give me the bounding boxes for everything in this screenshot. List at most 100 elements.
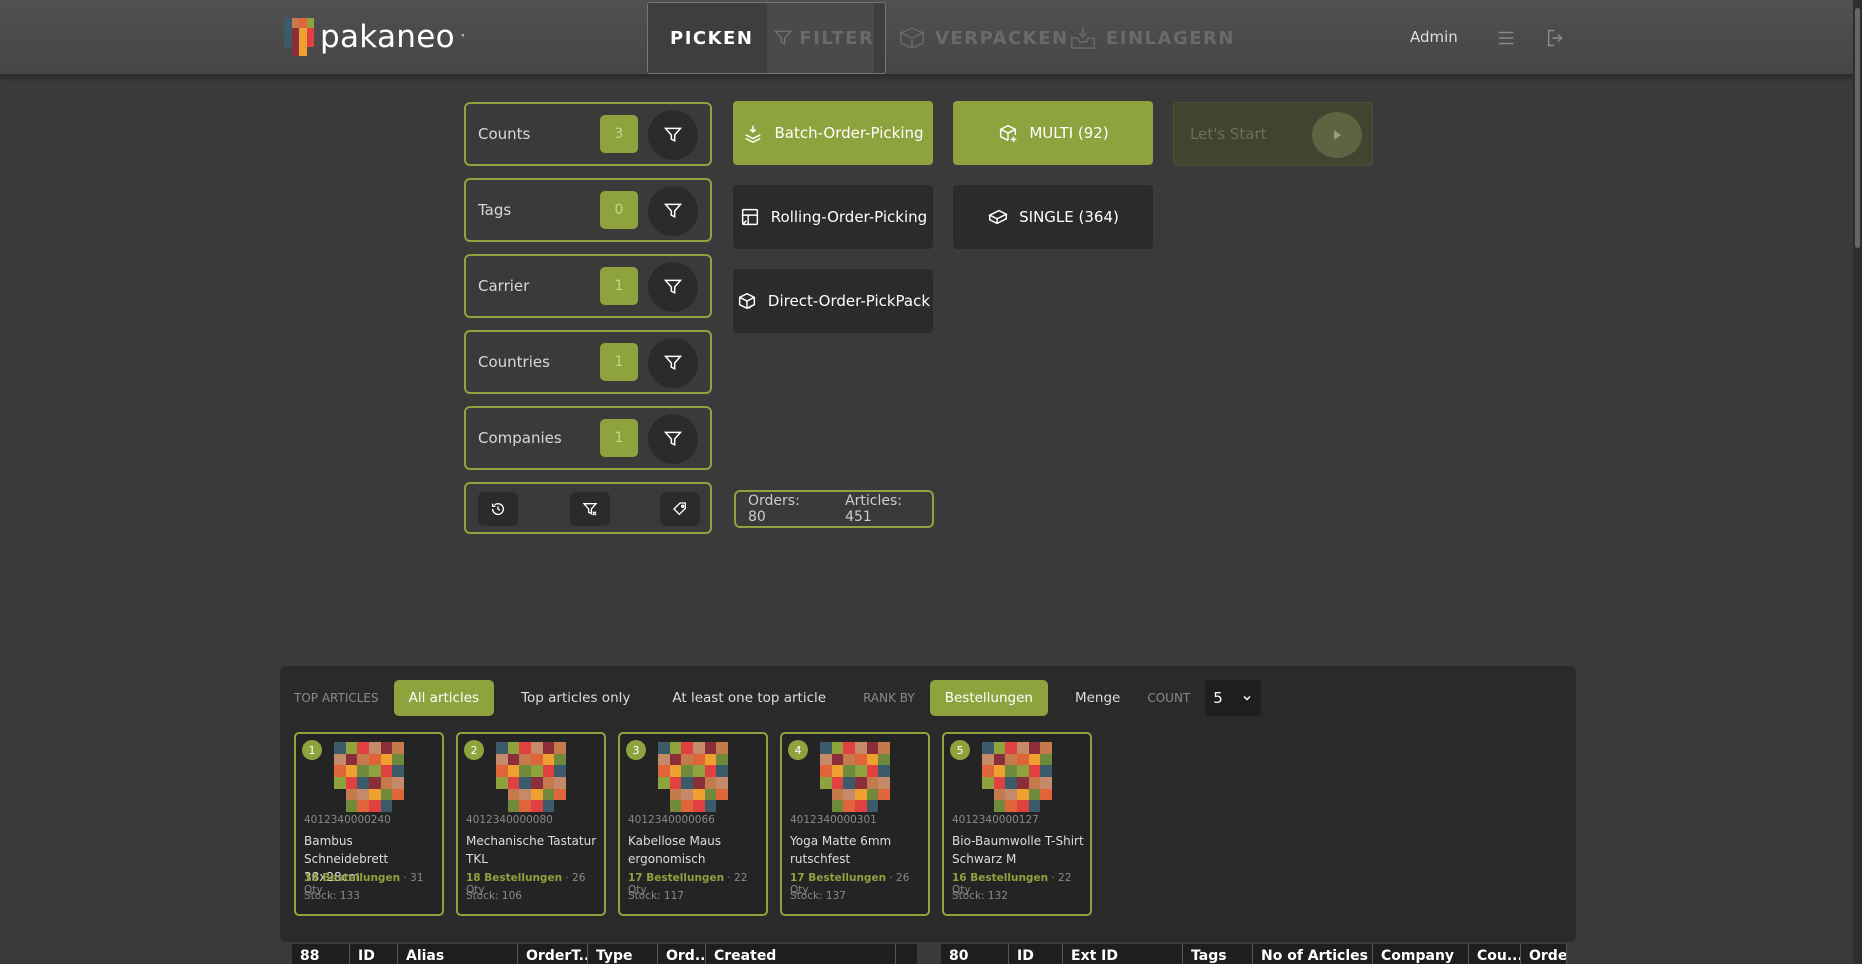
batch-order-picking-button[interactable]: Batch-Order-Picking <box>733 101 933 165</box>
count-select[interactable]: 5 <box>1205 680 1262 716</box>
scrollbar-thumb[interactable] <box>1855 8 1860 248</box>
direct-order-pickpack-button[interactable]: Direct-Order-PickPack <box>733 269 933 333</box>
filter-tools <box>464 482 712 534</box>
nav-picken-label: PICKEN <box>670 27 754 49</box>
nav-picken[interactable]: PICKEN FILTER <box>647 2 886 74</box>
orders-count: Orders: 80 <box>748 493 800 525</box>
column-header[interactable]: Tags <box>1183 944 1253 964</box>
column-header[interactable]: ID <box>1009 944 1063 964</box>
filter-button[interactable] <box>648 262 698 312</box>
start-label: Let's Start <box>1190 125 1267 143</box>
top-bar: pakaneo ° PICKEN FILTER VERPACKEN EINLAGE… <box>0 0 1862 75</box>
nav-verpacken[interactable]: VERPACKEN <box>897 2 1069 74</box>
article-ean: 4012340000301 <box>790 814 877 826</box>
rolling-order-picking-label: Rolling-Order-Picking <box>770 208 928 226</box>
box-plus-icon <box>1000 124 1017 143</box>
filter-button[interactable] <box>648 186 698 236</box>
menu-icon[interactable] <box>1495 27 1517 49</box>
multi-button[interactable]: MULTI (92) <box>953 101 1153 165</box>
column-header[interactable]: Created <box>706 944 896 964</box>
article-name: Bio-Baumwolle T-Shirt Schwarz M <box>952 834 1084 866</box>
nav-einlagern-label: EINLAGERN <box>1106 27 1235 49</box>
filter-label: Countries <box>478 353 550 371</box>
start-button[interactable]: Let's Start <box>1173 102 1373 166</box>
single-button[interactable]: SINGLE (364) <box>953 185 1153 249</box>
filter-count-badge: 1 <box>600 267 638 305</box>
clear-filter-button[interactable] <box>570 492 610 526</box>
article-orders: 16 Bestellungen <box>952 872 1049 884</box>
rank-bestellungen[interactable]: Bestellungen <box>929 680 1048 716</box>
column-header[interactable]: Ord... <box>658 944 706 964</box>
option-all-articles[interactable]: All articles <box>393 680 495 716</box>
option-top-articles-only[interactable]: Top articles only <box>506 680 645 716</box>
filter-button[interactable] <box>648 414 698 464</box>
column-header[interactable]: No of Articles <box>1253 944 1373 964</box>
pakaneo-logo[interactable]: pakaneo ° <box>284 18 465 56</box>
article-ean: 4012340000240 <box>304 814 391 826</box>
nav-einlagern[interactable]: EINLAGERN <box>1068 2 1235 74</box>
inbox-icon <box>1070 26 1096 49</box>
article-orders: 18 Bestellungen <box>466 872 563 884</box>
product-image <box>982 742 1052 812</box>
column-header[interactable]: Cou... <box>1469 944 1521 964</box>
column-header[interactable]: 80 <box>941 944 1009 964</box>
column-header[interactable]: OrderT... <box>518 944 588 964</box>
column-header[interactable]: 88 <box>292 944 350 964</box>
rank-menge[interactable]: Menge <box>1060 680 1135 716</box>
filter-button[interactable] <box>648 110 698 160</box>
article-ean: 4012340000127 <box>952 814 1039 826</box>
filter-tags: Tags 0 <box>464 178 712 242</box>
layers-icon <box>745 125 762 143</box>
rolling-order-picking-button[interactable]: Rolling-Order-Picking <box>733 185 933 249</box>
column-header[interactable]: Alias <box>398 944 518 964</box>
reset-button[interactable] <box>478 492 518 526</box>
filter-button[interactable] <box>648 338 698 388</box>
filter-counts: Counts 3 <box>464 102 712 166</box>
top-article-card[interactable]: 5 4012340000127 Bio-Baumwolle T-Shirt Schw… <box>942 732 1092 916</box>
product-image <box>334 742 404 812</box>
filter-count-badge: 0 <box>600 191 638 229</box>
top-articles-panel: TOP ARTICLES All articles Top articles o… <box>280 666 1576 942</box>
filter-count-badge: 1 <box>600 343 638 381</box>
top-article-card[interactable]: 2 4012340000080 Mechanische Tastatur TKL 18… <box>456 732 606 916</box>
filter-icon <box>663 203 683 219</box>
top-article-card[interactable]: 4 4012340000301 Yoga Matte 6mm rutschfest 1… <box>780 732 930 916</box>
filter-icon <box>774 30 793 45</box>
box-icon <box>988 209 1009 225</box>
column-header[interactable]: Company <box>1373 944 1469 964</box>
article-ean: 4012340000066 <box>628 814 715 826</box>
article-stock: Stock: 133 <box>304 890 360 902</box>
logout-icon[interactable] <box>1545 27 1567 49</box>
count-value: 5 <box>1213 689 1223 707</box>
top-article-card[interactable]: 1 4012340000240 Bambus Schneidebrett 38x28… <box>294 732 444 916</box>
column-header[interactable]: Order <box>1521 944 1567 964</box>
article-orders: 17 Bestellungen <box>790 872 887 884</box>
rank-badge: 3 <box>626 740 646 760</box>
column-header[interactable]: ID <box>350 944 398 964</box>
top-article-card[interactable]: 3 4012340000066 Kabellose Maus ergonomisch… <box>618 732 768 916</box>
nav-filter-label: FILTER <box>799 27 875 49</box>
tag-button[interactable] <box>660 492 700 526</box>
filter-companies: Companies 1 <box>464 406 712 470</box>
option-at-least-one-top-article[interactable]: At least one top article <box>657 680 841 716</box>
article-name: Yoga Matte 6mm rutschfest <box>790 834 892 866</box>
filter-carrier: Carrier 1 <box>464 254 712 318</box>
filter-icon <box>663 279 683 295</box>
article-name: Kabellose Maus ergonomisch <box>628 834 722 866</box>
single-label: SINGLE (364) <box>1019 208 1119 226</box>
top-articles-caption: TOP ARTICLES <box>294 691 379 705</box>
filter-x-icon <box>582 503 598 516</box>
column-header[interactable]: Ext ID <box>1063 944 1183 964</box>
filter-label: Tags <box>478 201 512 219</box>
filter-icon <box>663 127 683 143</box>
user-name[interactable]: Admin <box>1410 28 1458 46</box>
page-scrollbar[interactable] <box>1853 0 1862 964</box>
article-orders: 19 Bestellungen <box>304 872 401 884</box>
filter-icon <box>663 431 683 447</box>
rank-badge: 4 <box>788 740 808 760</box>
article-ean: 4012340000080 <box>466 814 553 826</box>
column-header[interactable]: Type <box>588 944 658 964</box>
brand-name: pakaneo <box>320 19 455 55</box>
nav-filter[interactable]: FILTER <box>767 3 875 73</box>
product-image <box>658 742 728 812</box>
